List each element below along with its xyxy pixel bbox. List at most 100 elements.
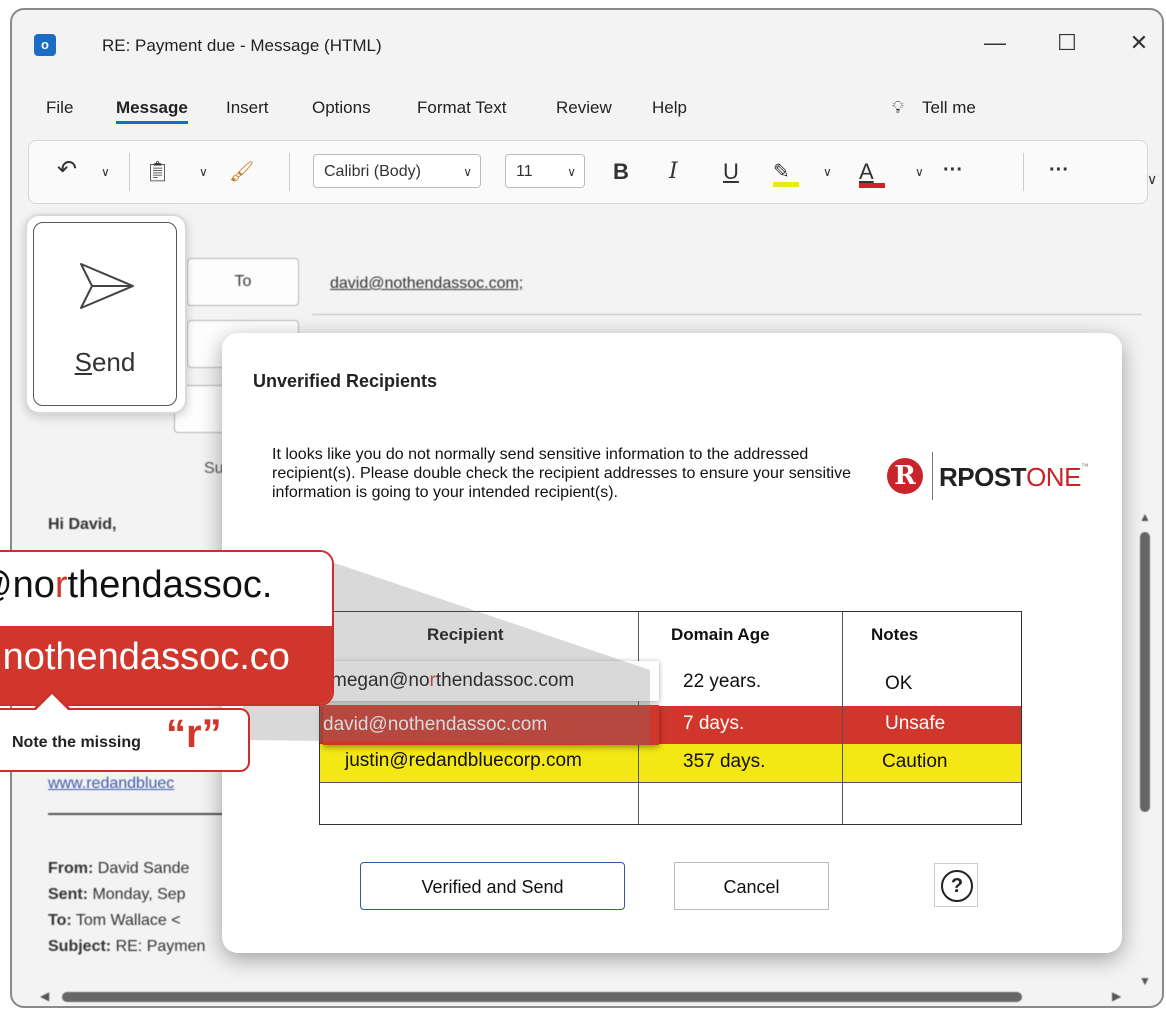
chevron-down-icon[interactable]: ∨ xyxy=(915,165,924,179)
menu-format-text[interactable]: Format Text xyxy=(417,98,506,118)
minimize-button[interactable]: — xyxy=(980,30,1010,56)
verified-and-send-button[interactable]: Verified and Send xyxy=(360,862,625,910)
body-sent-line: Sent: Monday, Sep xyxy=(48,886,186,904)
chevron-down-icon[interactable]: ∨ xyxy=(823,165,832,179)
tell-me-search[interactable]: Tell me xyxy=(922,98,976,118)
menu-help[interactable]: Help xyxy=(652,98,687,118)
zoom-highlight-letter: r xyxy=(54,564,68,606)
table-gridline xyxy=(842,612,843,824)
undo-icon[interactable]: ↶ xyxy=(57,155,77,184)
underline-button[interactable]: U xyxy=(723,159,739,185)
body-from-line: From: David Sande xyxy=(48,860,189,878)
sent-value: Monday, Sep xyxy=(92,886,186,903)
scroll-down-icon[interactable]: ▼ xyxy=(1139,974,1151,988)
header-recipient: Recipient xyxy=(427,625,504,644)
to-button[interactable]: To xyxy=(187,258,299,306)
body-divider xyxy=(48,813,228,815)
logo-divider xyxy=(932,452,933,500)
chevron-down-icon[interactable]: ∨ xyxy=(101,165,110,179)
cell-note: Unsafe xyxy=(885,713,946,734)
font-size-select[interactable]: 11 ∨ xyxy=(505,154,585,188)
to-label: To: xyxy=(48,912,72,929)
vertical-scrollbar[interactable]: ▲ ▼ xyxy=(1138,510,1152,990)
chevron-down-icon: ∨ xyxy=(567,165,576,179)
cell-age: 7 days. xyxy=(683,713,745,734)
zoom-text-typo: @nothendassoc.co xyxy=(0,636,290,678)
menu-file[interactable]: File xyxy=(46,98,73,118)
body-subject-line: Subject: RE: Paymen xyxy=(48,938,205,956)
help-button[interactable]: ? xyxy=(934,863,978,907)
scroll-left-icon[interactable]: ◀ xyxy=(40,989,49,1003)
font-color-letter: A xyxy=(859,159,874,184)
cell-age: 22 years. xyxy=(683,671,762,692)
to-recipient[interactable]: david@nothendassoc.com; xyxy=(330,275,523,293)
header-domain-age: Domain Age xyxy=(671,625,770,644)
zoom-part: @no xyxy=(0,564,55,606)
subject-label-body: Subject: xyxy=(48,938,112,955)
to-button-label: To xyxy=(234,273,252,290)
menu-message[interactable]: Message xyxy=(116,98,188,124)
menu-bar: File Message Insert Options Format Text … xyxy=(12,98,1162,128)
to-value: Tom Wallace < xyxy=(75,912,181,929)
rpost-mark-icon: R xyxy=(887,458,923,494)
from-label: From: xyxy=(48,860,94,877)
paste-icon[interactable]: 📋︎ xyxy=(145,159,170,184)
logo-text-dark: RPOST xyxy=(939,462,1027,492)
close-button[interactable]: ✕ xyxy=(1124,30,1154,56)
ribbon-separator xyxy=(1023,153,1024,191)
menu-insert[interactable]: Insert xyxy=(226,98,269,118)
cell-note: Caution xyxy=(882,751,948,772)
bold-button[interactable]: B xyxy=(613,159,629,185)
menu-options[interactable]: Options xyxy=(312,98,371,118)
question-icon: ? xyxy=(941,870,973,902)
subject-label: Su xyxy=(204,460,224,477)
ribbon-separator xyxy=(289,153,290,191)
maximize-button[interactable]: ☐ xyxy=(1052,30,1082,56)
send-button[interactable]: Send xyxy=(25,214,187,414)
h-scroll-thumb[interactable] xyxy=(62,992,1022,1002)
menu-review[interactable]: Review xyxy=(556,98,612,118)
format-painter-icon[interactable]: 🖌︎ xyxy=(229,159,254,184)
italic-button[interactable]: I xyxy=(669,159,678,184)
to-underline xyxy=(312,314,1142,315)
dialog-message: It looks like you do not normally send s… xyxy=(272,446,851,501)
recipient-part: thendassoc.com xyxy=(435,670,575,691)
header-notes: Notes xyxy=(871,625,919,644)
highlighter-icon[interactable]: ✎ xyxy=(773,159,799,187)
scroll-right-icon[interactable]: ▶ xyxy=(1112,989,1121,1003)
chevron-down-icon: ∨ xyxy=(463,165,472,179)
scroll-thumb[interactable] xyxy=(1140,532,1150,812)
logo-tm: ™ xyxy=(1080,462,1089,471)
expand-ribbon-icon[interactable]: ∨ xyxy=(1147,171,1157,188)
font-size-value: 11 xyxy=(516,163,533,180)
highlighted-recipient-ok[interactable]: megan@northendassoc.com xyxy=(323,661,659,701)
body-to-line: To: Tom Wallace < xyxy=(48,912,181,930)
logo-wordmark: RPOSTONE™ xyxy=(939,462,1089,493)
font-color-button[interactable]: A xyxy=(859,159,885,188)
send-label: Send xyxy=(74,347,136,377)
table-gridline xyxy=(320,782,1021,783)
ribbon-separator xyxy=(129,153,130,191)
zoom-correct-domain: @northendassoc. xyxy=(0,552,332,626)
send-arrow-icon xyxy=(80,263,134,309)
font-name-select[interactable]: Calibri (Body) ∨ xyxy=(313,154,481,188)
recipient-part: megan@no xyxy=(331,670,430,691)
note-callout: Note the missing “r” xyxy=(0,708,250,772)
cell-recipient: justin@redandbluecorp.com xyxy=(345,750,582,771)
zoom-part: thendassoc. xyxy=(67,564,273,606)
window-title: RE: Payment due - Message (HTML) xyxy=(102,36,382,55)
body-greeting: Hi David, xyxy=(48,516,117,533)
more-formatting-button[interactable]: ··· xyxy=(943,159,963,182)
send-button-frame: Send xyxy=(33,222,177,406)
horizontal-scrollbar[interactable]: ◀ ▶ xyxy=(40,989,1121,1003)
body-link[interactable]: www.redandbluec xyxy=(48,775,174,793)
chevron-down-icon[interactable]: ∨ xyxy=(199,165,208,179)
more-options-button[interactable]: ··· xyxy=(1049,159,1069,182)
cancel-button[interactable]: Cancel xyxy=(674,862,829,910)
note-pointer-inner xyxy=(35,694,69,711)
subject-value: RE: Paymen xyxy=(115,938,206,955)
scroll-up-icon[interactable]: ▲ xyxy=(1139,510,1151,524)
unverified-recipients-dialog: Unverified Recipients It looks like you … xyxy=(222,333,1122,953)
dialog-title: Unverified Recipients xyxy=(253,371,438,391)
highlighted-recipient-unsafe[interactable]: david@nothendassoc.com xyxy=(323,705,659,745)
